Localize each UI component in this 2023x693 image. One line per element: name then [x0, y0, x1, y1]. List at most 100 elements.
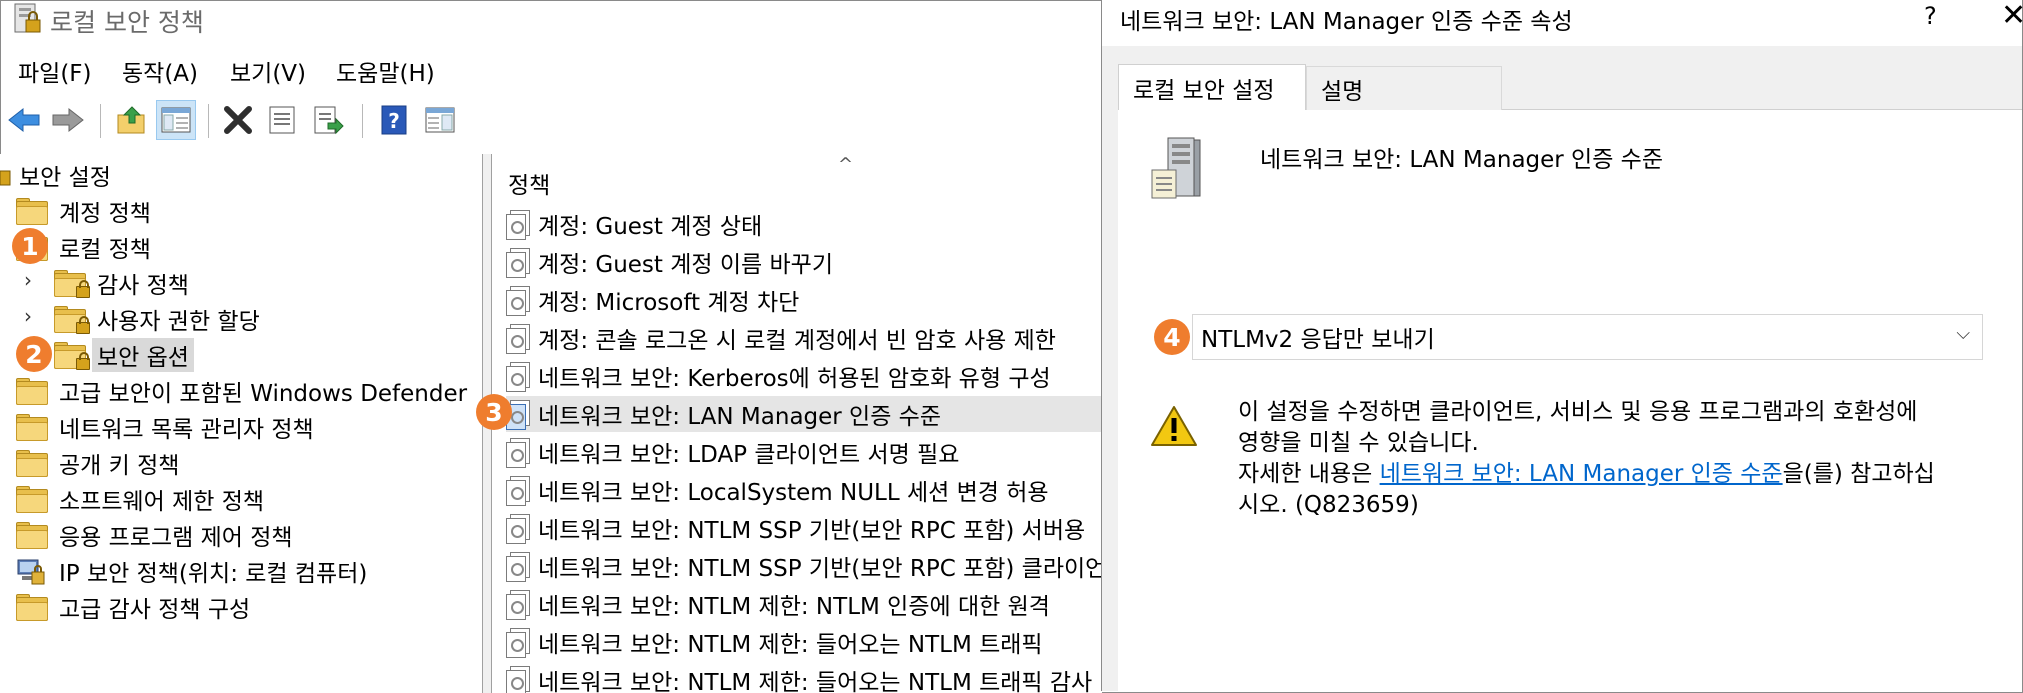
warning-line: 이 설정을 수정하면 클라이언트, 서비스 및 응용 프로그램과의 호환성에 [1238, 399, 1918, 425]
delete-icon[interactable] [218, 100, 258, 140]
tab-explain[interactable]: 설명 [1306, 66, 1502, 110]
warning-icon [1151, 406, 1197, 446]
tree-label: IP 보안 정책(위치: 로컬 컴퓨터) [59, 561, 368, 587]
policy-icon [506, 628, 530, 658]
policy-label: 계정: Microsoft 계정 차단 [538, 290, 800, 316]
tree-label: 로컬 정책 [59, 237, 151, 263]
window-title: 로컬 보안 정책 [50, 8, 204, 37]
policy-icon [506, 248, 530, 278]
auth-level-dropdown[interactable]: NTLMv2 응답만 보내기 ⌵ [1192, 314, 1983, 360]
policy-label: 네트워크 보안: LAN Manager 인증 수준 [538, 404, 942, 430]
policy-icon [506, 514, 530, 544]
dropdown-selected-value: NTLMv2 응답만 보내기 [1201, 327, 1435, 353]
policy-icon [506, 438, 530, 468]
back-arrow-icon[interactable] [4, 100, 44, 140]
folder-icon [16, 198, 48, 225]
sort-ascending-icon[interactable]: ^ [838, 154, 853, 175]
toolbar-separator [208, 104, 209, 138]
policy-label: 네트워크 보안: LocalSystem NULL 세션 변경 허용 [538, 480, 1049, 506]
policy-icon [506, 590, 530, 620]
lock-folder-icon [54, 306, 90, 334]
server-policy-icon [1151, 137, 1201, 199]
console-tree-icon[interactable] [420, 100, 460, 140]
tree-label: 네트워크 목록 관리자 정책 [59, 417, 314, 443]
show-hide-tree-icon[interactable] [156, 100, 196, 140]
policy-label: 네트워크 보안: NTLM 제한: 들어오는 NTLM 트래픽 [538, 632, 1043, 658]
policy-icon [506, 666, 530, 693]
folder-icon [16, 594, 48, 621]
policy-label: 계정: Guest 계정 상태 [538, 214, 763, 240]
list-item[interactable]: 네트워크 보안: NTLM SSP 기반(보안 RPC 포함) 클라이언트 [506, 548, 1102, 584]
tree-item-advanced-audit[interactable]: 고급 감사 정책 구성 [16, 590, 255, 624]
tree-item-software-restriction[interactable]: 소프트웨어 제한 정책 [16, 482, 269, 516]
lock-folder-icon [54, 342, 90, 370]
tree-item-user-rights[interactable]: › 사용자 권한 할당 [24, 302, 265, 336]
list-item[interactable]: 계정: Guest 계정 상태 [506, 206, 1102, 242]
policy-icon [506, 476, 530, 506]
step-badge-4: 4 [1154, 319, 1190, 355]
toolbar-separator [100, 104, 101, 138]
folder-icon [16, 450, 48, 477]
up-folder-icon[interactable] [112, 100, 152, 140]
menu-view[interactable]: 보기(V) [230, 54, 306, 88]
tree-label: 응용 프로그램 제어 정책 [59, 525, 293, 551]
properties-dialog: 네트워크 보안: LAN Manager 인증 수준 속성 ? ✕ 로컬 보안 … [1101, 0, 2023, 692]
policy-icon [506, 286, 530, 316]
tree-item-audit-policy[interactable]: › 감사 정책 [24, 266, 194, 300]
tree-item-windows-defender[interactable]: 고급 보안이 포함된 Windows Defender [16, 374, 472, 408]
svg-text:?: ? [388, 109, 400, 133]
policy-label: 계정: Guest 계정 이름 바꾸기 [538, 252, 833, 278]
help-button[interactable]: ? [1924, 2, 1937, 30]
menu-file[interactable]: 파일(F) [18, 54, 92, 88]
console-tree: 보안 설정 계정 정책 로컬 정책 › 감사 정책 › 사용자 권한 할당 보안… [0, 154, 483, 693]
tree-item-security-settings[interactable]: 보안 설정 [0, 158, 116, 192]
menu-action[interactable]: 동작(A) [122, 54, 198, 88]
list-item[interactable]: 계정: 콘솔 로그온 시 로컬 계정에서 빈 암호 사용 제한 [506, 320, 1102, 356]
list-item[interactable]: 네트워크 보안: NTLM 제한: NTLM 인증에 대한 원격 [506, 586, 1102, 622]
chevron-down-icon[interactable]: ⌵ [1956, 323, 1970, 344]
policy-label: 계정: 콘솔 로그온 시 로컬 계정에서 빈 암호 사용 제한 [538, 328, 1056, 354]
security-settings-icon [0, 170, 11, 186]
step-badge-3: 3 [476, 394, 512, 430]
step-badge-2: 2 [16, 336, 52, 372]
column-header-policy[interactable]: 정책 [508, 166, 550, 200]
list-item[interactable]: 네트워크 보안: NTLM 제한: 들어오는 NTLM 트래픽 [506, 624, 1102, 660]
warning-prefix: 자세한 내용은 [1238, 461, 1380, 487]
export-list-icon[interactable] [308, 100, 348, 140]
compatibility-warning: 이 설정을 수정하면 클라이언트, 서비스 및 응용 프로그램과의 호환성에 영… [1238, 397, 2008, 521]
tree-item-security-options[interactable]: 보안 옵션 [54, 338, 194, 372]
dialog-title: 네트워크 보안: LAN Manager 인증 수준 속성 [1120, 9, 1573, 35]
tree-item-ip-security[interactable]: IP 보안 정책(위치: 로컬 컴퓨터) [16, 554, 372, 588]
policy-label: 네트워크 보안: NTLM 제한: NTLM 인증에 대한 원격 [538, 594, 1050, 620]
menu-help[interactable]: 도움말(H) [336, 54, 435, 88]
close-button[interactable]: ✕ [2001, 0, 2023, 33]
tree-label: 사용자 권한 할당 [97, 309, 260, 335]
list-item[interactable]: 네트워크 보안: Kerberos에 허용된 암호화 유형 구성 [506, 358, 1102, 394]
tree-label: 공개 키 정책 [59, 453, 180, 479]
list-item[interactable]: 네트워크 보안: LocalSystem NULL 세션 변경 허용 [506, 472, 1102, 508]
tree-item-account-policies[interactable]: 계정 정책 [16, 194, 156, 228]
forward-arrow-icon[interactable] [48, 100, 88, 140]
policy-label: 네트워크 보안: NTLM SSP 기반(보안 RPC 포함) 서버용 [538, 518, 1086, 544]
list-item[interactable]: 계정: Microsoft 계정 차단 [506, 282, 1102, 318]
list-item[interactable]: 계정: Guest 계정 이름 바꾸기 [506, 244, 1102, 280]
policy-label: 네트워크 보안: NTLM 제한: 들어오는 NTLM 트래픽 감사 [538, 670, 1093, 693]
folder-icon [16, 414, 48, 441]
lock-folder-icon [54, 270, 90, 298]
tree-item-app-control[interactable]: 응용 프로그램 제어 정책 [16, 518, 298, 552]
list-item[interactable]: 네트워크 보안: NTLM 제한: 들어오는 NTLM 트래픽 감사 [506, 662, 1102, 693]
list-item[interactable]: 네트워크 보안: NTLM SSP 기반(보안 RPC 포함) 서버용 [506, 510, 1102, 546]
list-item[interactable]: 네트워크 보안: LDAP 클라이언트 서명 필요 [506, 434, 1102, 470]
chevron-right-icon[interactable]: › [24, 268, 32, 292]
tree-item-public-key[interactable]: 공개 키 정책 [16, 446, 184, 480]
chevron-right-icon[interactable]: › [24, 304, 32, 328]
list-item-selected[interactable]: 네트워크 보안: LAN Manager 인증 수준 [506, 396, 1102, 432]
help-link[interactable]: 네트워크 보안: LAN Manager 인증 수준 [1380, 461, 1783, 487]
help-icon[interactable]: ? [374, 100, 414, 140]
properties-icon[interactable] [262, 100, 302, 140]
toolbar-separator [362, 104, 363, 138]
tab-local-security-setting[interactable]: 로컬 보안 설정 [1118, 64, 1306, 110]
policy-icon [506, 552, 530, 582]
step-badge-1: 1 [12, 228, 48, 264]
tree-item-network-list[interactable]: 네트워크 목록 관리자 정책 [16, 410, 319, 444]
